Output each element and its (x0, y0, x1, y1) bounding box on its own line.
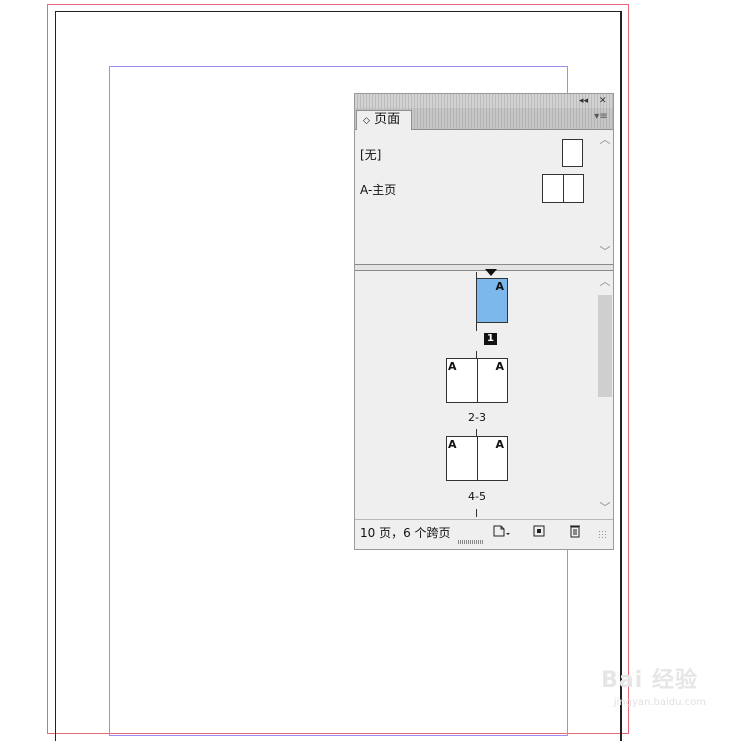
panel-resize-icon[interactable] (598, 530, 608, 538)
close-panel-icon[interactable]: ✕ (599, 94, 607, 108)
panel-footer: 10 页，6 个跨页 (355, 519, 613, 541)
spine-line (477, 359, 478, 402)
master-prefix: A (495, 360, 504, 373)
delete-page-icon[interactable] (567, 524, 583, 538)
master-prefix: A (448, 360, 457, 373)
scroll-up-icon[interactable]: ︿ (598, 134, 612, 145)
page-thumbnail-2-3[interactable]: A A (446, 358, 508, 403)
watermark-url: jingyan.baidu.com (613, 697, 706, 708)
master-prefix: A (495, 280, 504, 293)
edit-page-size-icon[interactable] (492, 524, 512, 538)
tab-pages[interactable]: ◇ 页面 (356, 110, 412, 130)
pages-list[interactable]: A 1 A A 2-3 A A 4-5 ︿ ﹀ (355, 269, 613, 519)
scroll-thumb[interactable] (598, 295, 612, 397)
section-divider[interactable] (355, 264, 613, 271)
master-spread-thumbnail[interactable] (542, 174, 584, 203)
master-thumbnail[interactable] (562, 139, 583, 167)
page-number-4-5: 4-5 (468, 490, 486, 503)
watermark-logo: Bai 经验 (601, 668, 698, 693)
page-thumbnail-4-5[interactable]: A A (446, 436, 508, 481)
panel-menu-icon[interactable]: ▾≡ (594, 111, 608, 123)
panel-titlebar[interactable]: ◂◂ ✕ (355, 94, 613, 108)
page-thumbnail-1[interactable]: A (476, 278, 508, 323)
master-item-a[interactable]: A-主页 (355, 174, 599, 203)
scroll-up-icon[interactable]: ︿ (598, 276, 612, 287)
masters-list[interactable]: [无] A-主页 ︿ ﹀ (355, 131, 613, 264)
masters-scrollbar[interactable]: ︿ ﹀ (598, 131, 612, 263)
master-item-none[interactable]: [无] (355, 139, 599, 167)
panel-height-grip[interactable] (458, 540, 484, 544)
pages-panel: ◂◂ ✕ ◇ 页面 ▾≡ [无] A-主页 ︿ ﹀ A 1 A A 2-3 A … (354, 93, 614, 550)
tab-pages-label: 页面 (374, 112, 401, 127)
spine-line (563, 175, 564, 202)
tab-toggle-icon: ◇ (363, 116, 370, 126)
master-prefix: A (495, 438, 504, 451)
scroll-down-icon[interactable]: ﹀ (598, 246, 612, 257)
scroll-down-icon[interactable]: ﹀ (598, 502, 612, 513)
master-prefix: A (448, 438, 457, 451)
page-indicator-icon (485, 269, 497, 276)
page-number-2-3: 2-3 (468, 411, 486, 424)
panel-tabbar: ◇ 页面 ▾≡ (355, 108, 613, 130)
spine-line (476, 509, 477, 517)
master-label: A-主页 (360, 183, 397, 197)
page-number-1: 1 (484, 333, 497, 345)
collapse-panel-icon[interactable]: ◂◂ (579, 94, 588, 108)
new-page-icon[interactable] (531, 524, 547, 538)
page-count-status: 10 页，6 个跨页 (360, 526, 451, 540)
spine-line (477, 437, 478, 480)
master-label: [无] (360, 148, 382, 162)
